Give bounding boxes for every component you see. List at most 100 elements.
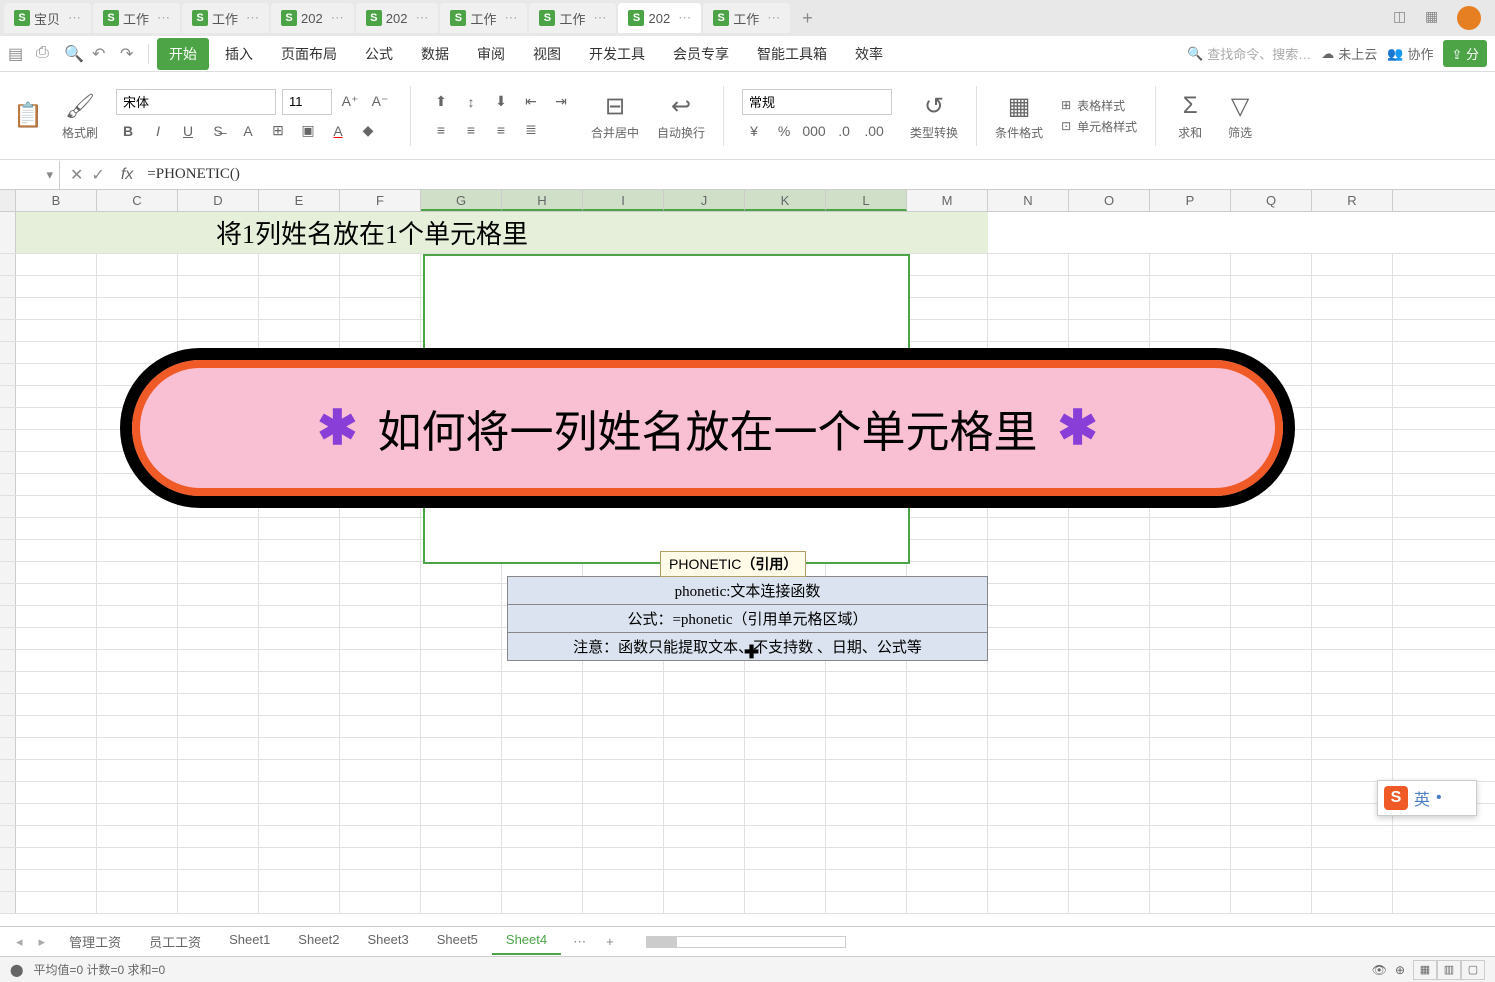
grid-cell[interactable] xyxy=(1150,738,1231,759)
grid-cell[interactable] xyxy=(340,738,421,759)
highlight-icon[interactable]: ◆ xyxy=(356,119,380,143)
grid-cell[interactable] xyxy=(1069,584,1150,605)
grid-cell[interactable] xyxy=(178,738,259,759)
zoom-center-icon[interactable]: ⊕ xyxy=(1395,963,1405,977)
column-header[interactable]: G xyxy=(421,190,502,211)
grid-cell[interactable] xyxy=(340,518,421,539)
grid-cell[interactable] xyxy=(259,804,340,825)
grid-cell[interactable] xyxy=(178,628,259,649)
new-tab-button[interactable]: + xyxy=(792,8,823,29)
font-color-icon[interactable]: A xyxy=(326,119,350,143)
grid-cell[interactable] xyxy=(1231,562,1312,583)
row-header[interactable] xyxy=(0,760,16,781)
grid-cell[interactable] xyxy=(1150,254,1231,275)
grid-cell[interactable] xyxy=(340,716,421,737)
align-center-icon[interactable]: ≡ xyxy=(459,118,483,142)
grid-cell[interactable] xyxy=(1312,276,1393,297)
grid-cell[interactable] xyxy=(1150,584,1231,605)
grid-cell[interactable] xyxy=(16,452,97,473)
grid-cell[interactable] xyxy=(826,320,907,341)
grid-cell[interactable] xyxy=(421,584,502,605)
grid-cell[interactable] xyxy=(259,562,340,583)
grid-cell[interactable] xyxy=(1150,672,1231,693)
filter-icon[interactable]: ▽ xyxy=(1224,90,1256,122)
grid-cell[interactable] xyxy=(97,540,178,561)
underline-icon[interactable]: U xyxy=(176,119,200,143)
grid-cell[interactable] xyxy=(745,826,826,847)
grid-cell[interactable] xyxy=(16,562,97,583)
grid-cell[interactable] xyxy=(502,804,583,825)
grid-cell[interactable] xyxy=(178,518,259,539)
grid-cell[interactable] xyxy=(16,386,97,407)
grid-cell[interactable] xyxy=(988,628,1069,649)
row-header[interactable] xyxy=(0,628,16,649)
grid-cell[interactable] xyxy=(421,628,502,649)
grid-cell[interactable] xyxy=(1231,298,1312,319)
align-right-icon[interactable]: ≡ xyxy=(489,118,513,142)
grid-cell[interactable] xyxy=(178,694,259,715)
grid-cell[interactable] xyxy=(259,848,340,869)
grid-cell[interactable] xyxy=(16,320,97,341)
grid-cell[interactable] xyxy=(502,826,583,847)
grid-cell[interactable] xyxy=(1150,628,1231,649)
grid-cell[interactable] xyxy=(178,826,259,847)
grid-cell[interactable] xyxy=(502,694,583,715)
grid-cell[interactable] xyxy=(1150,276,1231,297)
grid-cell[interactable] xyxy=(97,826,178,847)
grid-cell[interactable] xyxy=(421,606,502,627)
grid-cell[interactable] xyxy=(1069,738,1150,759)
grid-cell[interactable] xyxy=(178,320,259,341)
grid-cell[interactable] xyxy=(97,606,178,627)
grid-cell[interactable] xyxy=(1150,518,1231,539)
grid-cell[interactable] xyxy=(178,650,259,671)
grid-cell[interactable] xyxy=(16,826,97,847)
grid-cell[interactable] xyxy=(97,254,178,275)
grid-cell[interactable] xyxy=(988,562,1069,583)
grid-cell[interactable] xyxy=(16,518,97,539)
grid-cell[interactable] xyxy=(1312,540,1393,561)
fx-icon[interactable]: fx xyxy=(115,166,139,184)
column-header[interactable]: E xyxy=(259,190,340,211)
grid-cell[interactable] xyxy=(1312,716,1393,737)
grid-cell[interactable] xyxy=(421,298,502,319)
grid-cell[interactable] xyxy=(988,606,1069,627)
grid-cell[interactable] xyxy=(1231,870,1312,891)
grid-cell[interactable] xyxy=(340,848,421,869)
row-header[interactable] xyxy=(0,606,16,627)
grid-cell[interactable] xyxy=(421,540,502,561)
grid-cell[interactable] xyxy=(259,320,340,341)
grid-cell[interactable] xyxy=(97,672,178,693)
grid-cell[interactable] xyxy=(502,782,583,803)
grid-cell[interactable] xyxy=(97,738,178,759)
grid-cell[interactable] xyxy=(259,694,340,715)
grid-cell[interactable] xyxy=(1069,848,1150,869)
grid-cell[interactable] xyxy=(664,738,745,759)
format-painter-icon[interactable]: 🖌 xyxy=(64,90,96,122)
grid-cell[interactable] xyxy=(16,474,97,495)
grid-cell[interactable] xyxy=(907,870,988,891)
grid-cell[interactable] xyxy=(583,672,664,693)
grid-cell[interactable] xyxy=(259,254,340,275)
sheet-tab[interactable]: Sheet1 xyxy=(215,928,284,955)
grid-cell[interactable] xyxy=(583,892,664,913)
doc-tab[interactable]: S工作⋯ xyxy=(182,3,269,33)
grid-cell[interactable] xyxy=(907,804,988,825)
indent-left-icon[interactable]: ⇤ xyxy=(519,90,543,114)
column-header[interactable]: L xyxy=(826,190,907,211)
eye-icon[interactable]: 👁 xyxy=(1372,963,1387,977)
grid-cell[interactable] xyxy=(1312,628,1393,649)
grid-cell[interactable] xyxy=(259,540,340,561)
grid-cell[interactable] xyxy=(826,298,907,319)
menu-insert[interactable]: 插入 xyxy=(213,38,265,70)
grid-cell[interactable] xyxy=(1312,386,1393,407)
grid-cell[interactable] xyxy=(1231,320,1312,341)
grid-cell[interactable] xyxy=(988,320,1069,341)
grid-cell[interactable] xyxy=(664,716,745,737)
grid-cell[interactable] xyxy=(988,298,1069,319)
grid-cell[interactable] xyxy=(178,254,259,275)
grid-cell[interactable] xyxy=(16,298,97,319)
command-search[interactable]: 🔍查找命令、搜索… xyxy=(1187,44,1311,63)
grid-cell[interactable] xyxy=(988,584,1069,605)
grid-cell[interactable] xyxy=(1231,804,1312,825)
type-convert-icon[interactable]: ↺ xyxy=(918,90,950,122)
